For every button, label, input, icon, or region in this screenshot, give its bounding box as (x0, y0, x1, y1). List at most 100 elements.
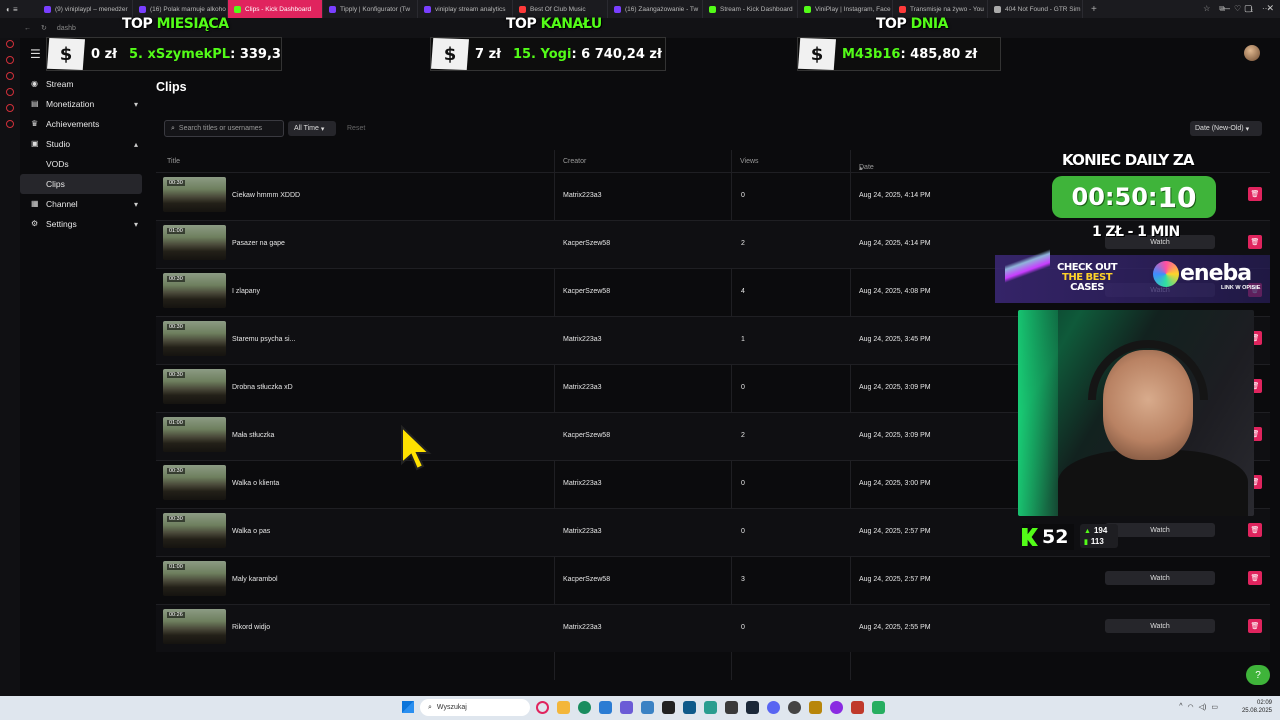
delete-button[interactable]: 🗑 (1248, 523, 1262, 537)
sidebar-item-monetization[interactable]: ▤ Monetization ▾ (20, 94, 150, 114)
app-icon[interactable] (683, 701, 696, 714)
delete-button[interactable]: 🗑 (1248, 619, 1262, 633)
reload-icon[interactable]: ↻ (41, 24, 47, 32)
wifi-icon[interactable]: ◠ (1188, 703, 1194, 711)
table-row[interactable]: 00:26 Rikord widjo Matrix223a3 0 Aug 24, 202… (156, 604, 1270, 652)
explorer-icon[interactable] (557, 701, 570, 714)
app-icon[interactable] (788, 701, 801, 714)
delete-button[interactable]: 🗑 (1248, 187, 1262, 201)
edge-icon[interactable] (578, 701, 591, 714)
sort-select[interactable]: Date (New-Old) ▾ (1190, 121, 1262, 136)
app-icon[interactable] (725, 701, 738, 714)
delete-button[interactable]: 🗑 (1248, 571, 1262, 585)
volume-icon[interactable]: ◁) (1199, 703, 1207, 711)
steam-icon[interactable] (746, 701, 759, 714)
clip-thumbnail[interactable]: 00:30 (163, 321, 226, 356)
clip-thumbnail[interactable]: 00:30 (163, 513, 226, 548)
menu-icon[interactable]: ☰ (30, 47, 41, 61)
battery-icon[interactable]: ▭ (1211, 703, 1218, 711)
sidebar-app-icon[interactable] (6, 120, 14, 128)
clip-title[interactable]: Staremu psycha si... (232, 336, 295, 343)
browser-tab[interactable]: Tipply | Konfigurator (Tw (323, 0, 418, 18)
sidebar-item-studio[interactable]: ▣ Studio ▴ (20, 134, 150, 154)
clip-title[interactable]: Drobna stłuczka xD (232, 384, 293, 391)
header-creator[interactable]: Creator (563, 158, 586, 165)
clip-title[interactable]: Rikord widjo (232, 624, 270, 631)
clip-thumbnail[interactable]: 01:00 (163, 417, 226, 452)
clip-title[interactable]: Walka o klienta (232, 480, 279, 487)
discord-icon[interactable] (767, 701, 780, 714)
download-icon[interactable]: ⭳ (1250, 4, 1253, 18)
clip-title[interactable]: Ciekaw hmmm XDDD (232, 192, 300, 199)
browser-tab[interactable]: Stream - Kick Dashboard (703, 0, 798, 18)
sidebar-item-vods[interactable]: VODs (20, 154, 150, 174)
reset-button[interactable]: Reset (347, 121, 365, 136)
photos-icon[interactable] (641, 701, 654, 714)
delete-button[interactable]: 🗑 (1248, 235, 1262, 249)
sidebar-item-achievements[interactable]: ♛ Achievements (20, 114, 150, 134)
clip-creator[interactable]: Matrix223a3 (563, 384, 602, 391)
clip-title[interactable]: I zlapany (232, 288, 260, 295)
clip-creator[interactable]: KacperSzew58 (563, 576, 610, 583)
sidebar-app-icon[interactable] (6, 56, 14, 64)
clip-creator[interactable]: KacperSzew58 (563, 288, 610, 295)
clip-title[interactable]: Mała stłuczka (232, 432, 274, 439)
sidebar-item-clips[interactable]: Clips (20, 174, 142, 194)
terminal-icon[interactable] (662, 701, 675, 714)
tab-nav-icon[interactable]: ◐ ≡ (0, 5, 38, 14)
sidebar-app-icon[interactable] (6, 88, 14, 96)
opera-icon[interactable] (536, 701, 549, 714)
taskbar-clock[interactable]: 02:09 25.08.2025 (1242, 699, 1272, 715)
teams-icon[interactable] (620, 701, 633, 714)
clip-thumbnail[interactable]: 00:26 (163, 609, 226, 644)
time-range-select[interactable]: All Time ▾ (288, 121, 336, 136)
browser-tab[interactable]: Clips - Kick Dashboard (228, 0, 323, 18)
clip-thumbnail[interactable]: 00:30 (163, 177, 226, 212)
back-icon[interactable]: ← (24, 25, 31, 32)
word-icon[interactable] (599, 701, 612, 714)
taskbar-search[interactable]: ⌕ Wyszukaj (420, 699, 530, 716)
clip-title[interactable]: Pasazer na gape (232, 240, 285, 247)
clip-creator[interactable]: Matrix223a3 (563, 336, 602, 343)
extensions-icon[interactable]: ⧉ (1219, 4, 1225, 18)
sidebar-app-icon[interactable] (6, 72, 14, 80)
app-icon[interactable] (704, 701, 717, 714)
header-views[interactable]: Views (740, 158, 759, 165)
clip-thumbnail[interactable]: 01:00 (163, 225, 226, 260)
chevron-up-icon[interactable]: ^ (1179, 703, 1182, 711)
watch-button[interactable]: Watch (1105, 571, 1215, 585)
address-text[interactable]: dashb (57, 25, 76, 32)
new-tab-button[interactable]: + (1083, 4, 1105, 15)
watch-button[interactable]: Watch (1105, 523, 1215, 537)
table-row[interactable]: 01:00 Maly karambol KacperSzew58 3 Aug 24, 2… (156, 556, 1270, 604)
sidebar-item-settings[interactable]: ⚙ Settings ▾ (20, 214, 150, 234)
windows-start-icon[interactable] (402, 701, 414, 713)
clip-thumbnail[interactable]: 00:30 (163, 273, 226, 308)
sidebar-item-stream[interactable]: ◉ Stream (20, 74, 150, 94)
bookmark-icon[interactable]: ☆ (1203, 4, 1210, 18)
app-icon[interactable] (809, 701, 822, 714)
sidebar-app-icon[interactable] (6, 104, 14, 112)
clip-title[interactable]: Maly karambol (232, 576, 278, 583)
favorite-icon[interactable]: ♡ (1234, 4, 1241, 18)
app-icon[interactable] (851, 701, 864, 714)
clip-creator[interactable]: KacperSzew58 (563, 240, 610, 247)
clip-thumbnail[interactable]: 01:00 (163, 561, 226, 596)
clip-creator[interactable]: KacperSzew58 (563, 432, 610, 439)
header-title[interactable]: Title (167, 158, 180, 165)
clip-creator[interactable]: Matrix223a3 (563, 624, 602, 631)
browser-tab[interactable]: (9) viniplaypl – menedżer (38, 0, 133, 18)
app-icon[interactable] (872, 701, 885, 714)
help-icon[interactable]: ? (1246, 665, 1270, 685)
clip-creator[interactable]: Matrix223a3 (563, 528, 602, 535)
browser-tab[interactable]: (16) Zaangażowanie - Tw (608, 0, 703, 18)
browser-tab[interactable]: 404 Not Found - GTR Sim (988, 0, 1083, 18)
app-icon[interactable] (830, 701, 843, 714)
clip-title[interactable]: Walka o pas (232, 528, 270, 535)
clip-thumbnail[interactable]: 00:30 (163, 369, 226, 404)
clip-thumbnail[interactable]: 00:30 (163, 465, 226, 500)
avatar[interactable] (1244, 45, 1260, 61)
clip-creator[interactable]: Matrix223a3 (563, 192, 602, 199)
search-input[interactable]: ⌕ Search titles or usernames (164, 120, 284, 137)
watch-button[interactable]: Watch (1105, 619, 1215, 633)
